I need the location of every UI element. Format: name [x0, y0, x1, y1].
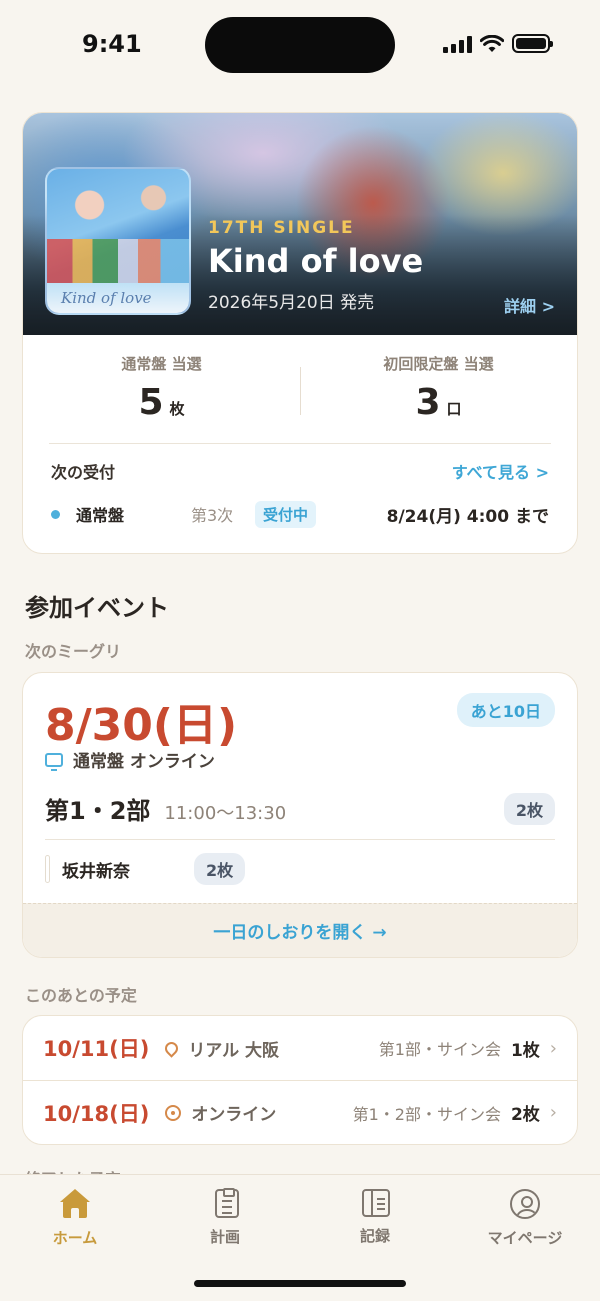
- tab-record[interactable]: 記録: [300, 1175, 450, 1261]
- schedule-detail: 第1部・サイン会: [378, 1040, 501, 1059]
- tab-label: 記録: [359, 1227, 390, 1245]
- member-row: 坂井新奈 2枚: [45, 853, 246, 885]
- status-dot: [51, 509, 60, 519]
- tab-mypage[interactable]: マイページ: [450, 1175, 600, 1261]
- count-value: 5: [138, 382, 164, 423]
- home-indicator: [194, 1280, 406, 1287]
- status-badge: 受付中: [255, 500, 317, 528]
- meet-part: 第1・2部: [45, 797, 151, 825]
- days-left-badge: あと10日: [456, 693, 555, 727]
- section-title: 参加イベント: [25, 594, 169, 622]
- chevron-right-icon: ›: [549, 1102, 557, 1123]
- next-meet-card[interactable]: 8/30(日) あと10日 通常盤 オンライン 第1・2部 11:00〜13:3…: [22, 672, 578, 958]
- limited-edition-count: 初回限定盤 当選 3口: [300, 335, 577, 445]
- divider: [300, 367, 301, 415]
- member-name: 坂井新奈: [62, 861, 130, 882]
- upcoming-list: 10/11(日) リアル 大阪 第1部・サイン会 1枚 › 10/18(日) オ…: [22, 1015, 578, 1145]
- release-title: Kind of love: [208, 242, 424, 280]
- status-bar: 9:41: [0, 0, 600, 90]
- schedule-place: オンライン: [191, 1105, 277, 1125]
- meet-time: 11:00〜13:30: [164, 803, 287, 824]
- clipboard-icon: [214, 1188, 239, 1218]
- notebook-icon: [361, 1189, 390, 1217]
- chevron-right-icon: ›: [549, 1037, 557, 1059]
- reception-deadline: 8/24(月) 4:00 まで: [386, 506, 549, 527]
- tab-label: 計画: [209, 1228, 240, 1246]
- open-schedule-button[interactable]: 一日のしおりを開く →: [23, 903, 577, 957]
- divider: [49, 443, 551, 444]
- count-unit: 枚: [169, 400, 185, 418]
- reception-type: 通常盤: [76, 506, 125, 525]
- signal-icon: [443, 35, 472, 53]
- location-pin-icon: [162, 1038, 182, 1058]
- upcoming-label: このあとの予定: [25, 986, 137, 1005]
- meet-kind: 通常盤 オンライン: [73, 752, 215, 772]
- member-color-bar: [45, 855, 50, 883]
- next-reception-heading: 次の受付: [51, 463, 116, 482]
- disc-icon: [165, 1104, 182, 1121]
- detail-link[interactable]: 詳細 >: [504, 293, 555, 317]
- battery-icon: [512, 34, 553, 53]
- count-label: 初回限定盤 当選: [383, 355, 494, 373]
- release-card[interactable]: Kind of love 17TH SINGLE Kind of love 20…: [22, 112, 578, 554]
- schedule-count: 2枚: [510, 1105, 540, 1125]
- schedule-place: リアル 大阪: [188, 1040, 280, 1061]
- status-icons: [443, 34, 553, 53]
- jacket-logo: Kind of love: [61, 289, 152, 307]
- release-date: 2026年5月20日 発売: [208, 293, 375, 313]
- list-item[interactable]: 10/11(日) リアル 大阪 第1部・サイン会 1枚 ›: [23, 1016, 577, 1080]
- schedule-date: 10/11(日): [43, 1037, 150, 1061]
- see-all-link[interactable]: すべて見る >: [452, 459, 549, 483]
- home-icon: [60, 1189, 90, 1219]
- wifi-icon: [480, 34, 504, 52]
- tab-home[interactable]: ホーム: [0, 1175, 150, 1261]
- tab-label: マイページ: [487, 1229, 563, 1247]
- status-time: 9:41: [82, 30, 142, 58]
- next-meet-label: 次のミーグリ: [25, 642, 122, 661]
- member-ticket-badge: 2枚: [194, 853, 246, 885]
- reception-round: 第3次: [191, 506, 234, 525]
- tab-plan[interactable]: 計画: [150, 1175, 300, 1261]
- count-unit: 口: [446, 400, 462, 418]
- dynamic-island: [205, 17, 395, 73]
- win-counts: 通常盤 当選 5枚 初回限定盤 当選 3口: [23, 335, 577, 445]
- single-number-label: 17TH SINGLE: [208, 218, 355, 238]
- monitor-icon: [45, 752, 63, 771]
- user-icon: [510, 1189, 540, 1219]
- regular-edition-count: 通常盤 当選 5枚: [23, 335, 300, 445]
- reception-row[interactable]: 通常盤 第3次 受付中 8/24(月) 4:00 まで: [51, 499, 549, 529]
- album-jacket-image: Kind of love: [45, 167, 191, 315]
- schedule-date: 10/18(日): [43, 1101, 150, 1126]
- schedule-count: 1枚: [510, 1040, 540, 1061]
- list-item[interactable]: 10/18(日) オンライン 第1・2部・サイン会 2枚 ›: [23, 1080, 577, 1144]
- divider: [45, 839, 555, 840]
- meet-date: 8/30(日): [45, 700, 238, 751]
- ticket-count-badge: 2枚: [503, 793, 555, 825]
- release-hero: Kind of love 17TH SINGLE Kind of love 20…: [23, 113, 577, 335]
- schedule-detail: 第1・2部・サイン会: [352, 1104, 501, 1124]
- count-label: 通常盤 当選: [121, 355, 202, 373]
- tab-label: ホーム: [52, 1229, 98, 1247]
- count-value: 3: [415, 382, 441, 423]
